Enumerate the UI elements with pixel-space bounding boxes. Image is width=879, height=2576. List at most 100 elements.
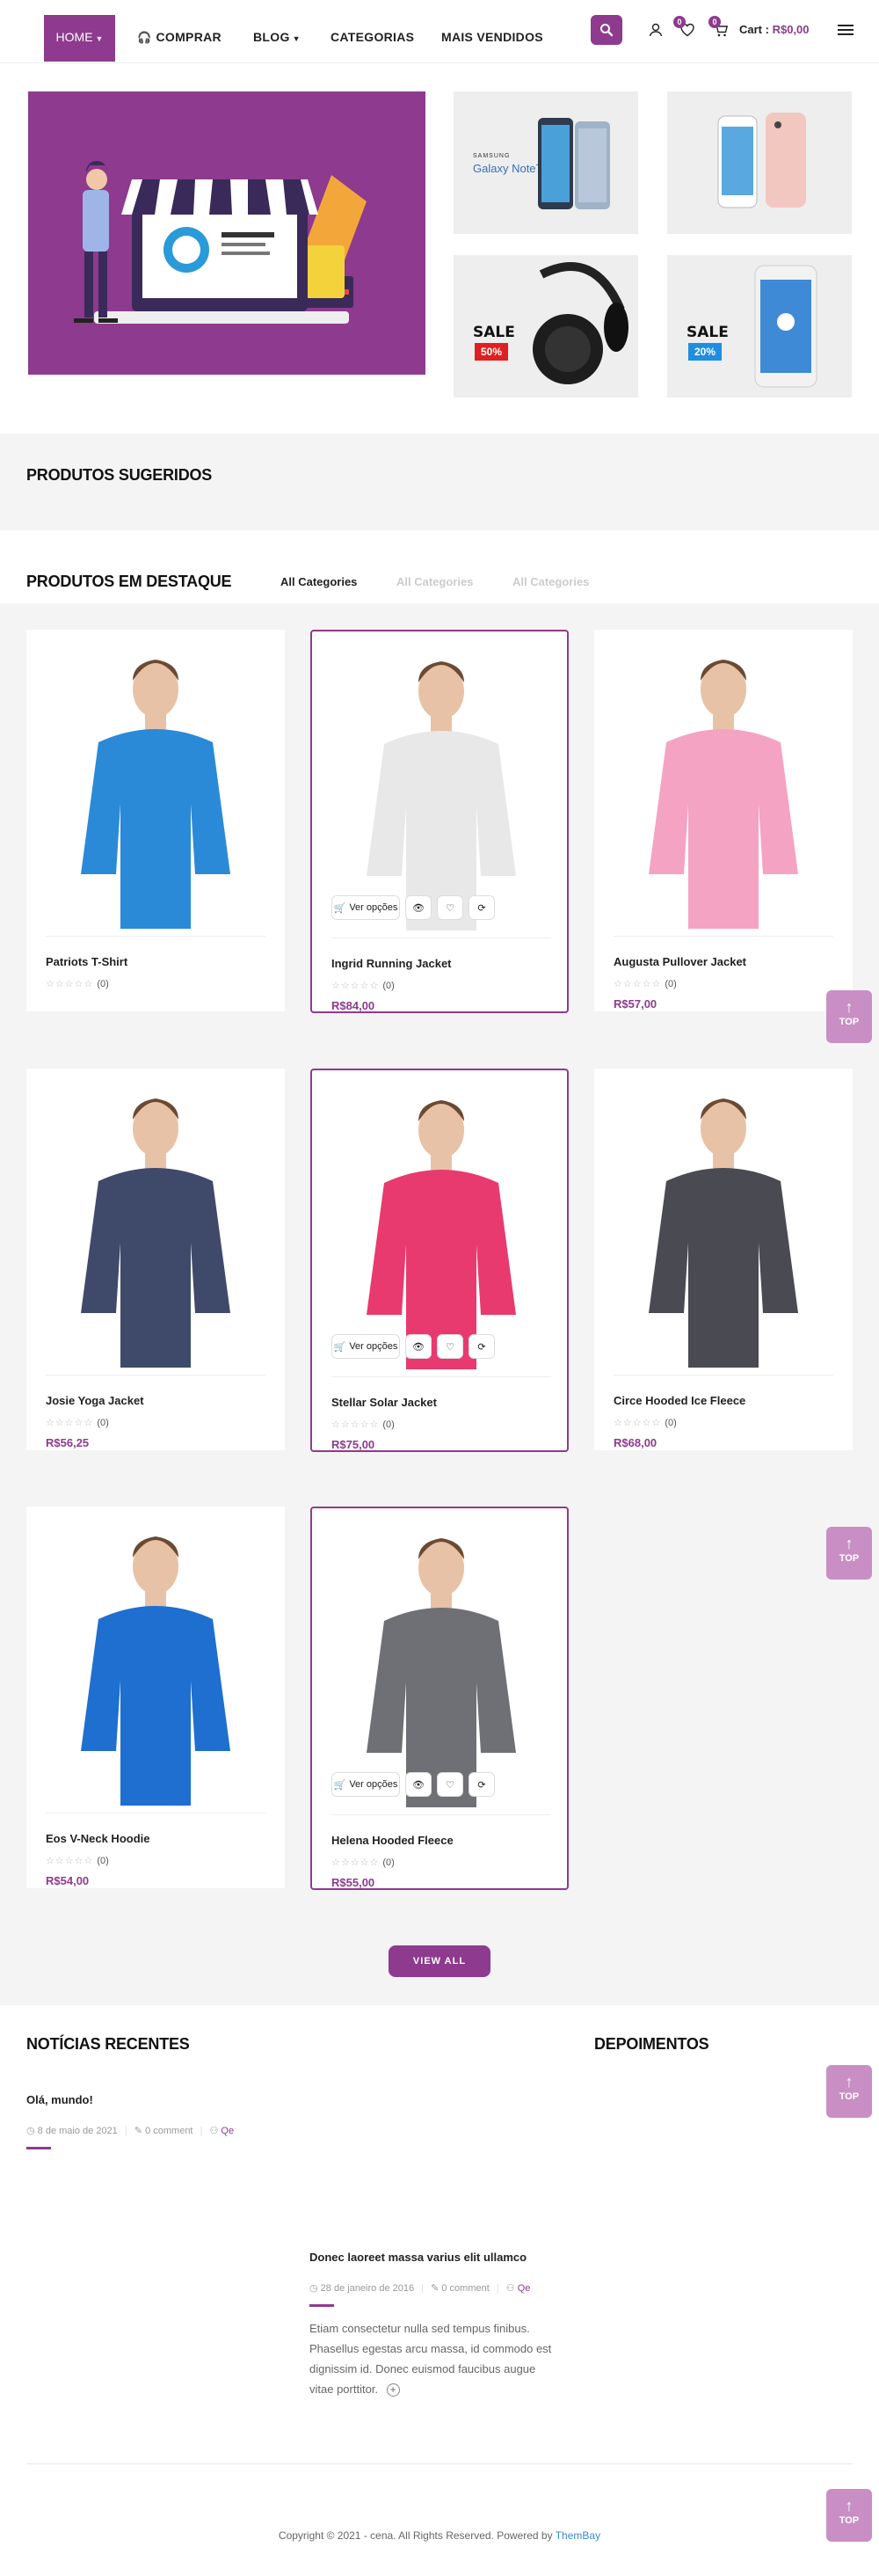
wishlist-add-button[interactable]: ♡	[437, 1334, 463, 1359]
product-image[interactable]	[331, 647, 551, 930]
product-image[interactable]	[614, 1084, 833, 1368]
wishlist-button[interactable]: 0	[673, 16, 698, 40]
product-card[interactable]: Patriots T-Shirt ☆☆☆☆☆ (0)	[26, 630, 285, 1011]
featured-post-title[interactable]: Donec laoreet massa varius elit ullamco	[309, 2251, 527, 2264]
news-post-comments[interactable]: 0 comment	[145, 2126, 193, 2136]
top-label: TOP	[839, 2515, 860, 2526]
product-card[interactable]: Eos V-Neck Hoodie ☆☆☆☆☆ (0) R$54,00	[26, 1507, 285, 1888]
arrow-up-icon: ↑	[845, 2073, 854, 2091]
news-post-underline	[26, 2147, 51, 2149]
product-image[interactable]	[46, 1522, 265, 1806]
compare-button[interactable]: ⟳	[469, 895, 495, 920]
excerpt-line: vitae porttitor.	[309, 2383, 379, 2396]
nav-categorias[interactable]: CATEGORIAS	[331, 16, 414, 62]
product-image[interactable]	[331, 1524, 551, 1807]
product-name[interactable]: Augusta Pullover Jacket	[614, 955, 746, 968]
comment-icon: ✎	[134, 2126, 143, 2136]
product-card[interactable]: 🛒 Ver opções 👁 ♡ ⟳ Stellar Solar Jacket ☆☆☆☆☆ …	[310, 1069, 569, 1452]
product-card[interactable]: Augusta Pullover Jacket ☆☆☆☆☆ (0) R$57,00	[594, 630, 853, 1011]
back-to-top-button[interactable]: ↑ TOP	[826, 990, 872, 1043]
headphones-icon: 🎧	[137, 31, 152, 44]
banner-pixel[interactable]: SALE 20%	[667, 255, 852, 398]
product-name[interactable]: Patriots T-Shirt	[46, 955, 127, 968]
search-button[interactable]	[591, 15, 622, 45]
options-button[interactable]: 🛒 Ver opções	[331, 1334, 400, 1359]
banner-headphones[interactable]: SALE 50%	[454, 255, 638, 398]
excerpt-line: Phasellus egestas arcu massa, id commodo…	[309, 2342, 552, 2355]
clock-icon: ◷	[26, 2126, 35, 2136]
wishlist-add-button[interactable]: ♡	[437, 1772, 463, 1797]
product-card[interactable]: 🛒 Ver opções 👁 ♡ ⟳ Helena Hooded Fleece ☆☆☆☆☆ …	[310, 1507, 569, 1890]
options-button[interactable]: 🛒 Ver opções	[331, 1772, 400, 1797]
review-count: (0)	[665, 1418, 677, 1428]
featured-post-comments[interactable]: 0 comment	[441, 2283, 489, 2294]
banner-galaxy-note[interactable]: SAMSUNG Galaxy Note7	[454, 91, 638, 234]
tab-all-categories-1[interactable]: All Categories	[280, 575, 357, 588]
wishlist-count-badge: 0	[673, 16, 686, 28]
quick-view-button[interactable]: 👁	[405, 895, 432, 920]
product-image[interactable]	[614, 646, 833, 929]
model-photo	[46, 1084, 265, 1368]
tab-all-categories-2[interactable]: All Categories	[396, 575, 473, 588]
product-name[interactable]: Circe Hooded Ice Fleece	[614, 1394, 745, 1407]
arrow-up-icon: ↑	[845, 2497, 854, 2514]
view-all-button[interactable]: VIEW ALL	[389, 1945, 490, 1977]
product-card[interactable]: 🛒 Ver opções 👁 ♡ ⟳ Ingrid Running Jacket ☆☆☆☆☆…	[310, 630, 569, 1013]
copyright-text: Copyright © 2021 - cena. All Rights Rese…	[278, 2529, 553, 2542]
product-name[interactable]: Stellar Solar Jacket	[331, 1396, 437, 1409]
star-icon: ☆☆☆☆☆	[614, 1418, 662, 1428]
footer-copyright: Copyright © 2021 - cena. All Rights Rese…	[0, 2529, 879, 2542]
nav-blog-label: BLOG	[253, 30, 290, 44]
wishlist-add-button[interactable]: ♡	[437, 895, 463, 920]
account-button[interactable]	[645, 19, 666, 40]
star-icon: ☆☆☆☆☆	[46, 1856, 94, 1866]
product-name[interactable]: Helena Hooded Fleece	[331, 1834, 454, 1847]
nav-blog[interactable]: BLOG ▼	[253, 16, 301, 62]
review-count: (0)	[382, 1419, 395, 1430]
product-card[interactable]: Circe Hooded Ice Fleece ☆☆☆☆☆ (0) R$68,00	[594, 1069, 853, 1450]
model-photo	[331, 1086, 551, 1369]
product-name[interactable]: Ingrid Running Jacket	[331, 957, 452, 970]
powered-by-link[interactable]: ThemBay	[556, 2529, 600, 2542]
back-to-top-button[interactable]: ↑ TOP	[826, 1527, 872, 1580]
cart-button[interactable]: 0	[708, 16, 731, 40]
compare-button[interactable]: ⟳	[469, 1772, 495, 1797]
hero-banner[interactable]	[28, 91, 425, 375]
menu-button[interactable]	[835, 19, 856, 40]
quick-view-button[interactable]: 👁	[405, 1334, 432, 1359]
options-button[interactable]: 🛒 Ver opções	[331, 895, 400, 920]
eye-icon: 👁	[412, 1779, 425, 1791]
heart-icon: ♡	[446, 1341, 454, 1353]
cart-icon: 🛒	[333, 1779, 346, 1791]
news-post-author[interactable]: Qe	[221, 2126, 234, 2136]
product-name[interactable]: Eos V-Neck Hoodie	[46, 1832, 149, 1845]
product-price: R$75,00	[331, 1438, 375, 1451]
eye-icon: 👁	[412, 902, 425, 914]
quick-view-button[interactable]: 👁	[405, 1772, 432, 1797]
star-icon: ☆☆☆☆☆	[46, 1418, 94, 1428]
featured-post-author[interactable]: Qe	[518, 2283, 531, 2294]
excerpt-line: dignissim id. Donec euismod faucibus aug…	[309, 2362, 536, 2375]
review-count: (0)	[97, 1418, 109, 1428]
user-icon: ⚇	[505, 2283, 515, 2294]
product-image[interactable]	[46, 646, 265, 929]
product-name[interactable]: Josie Yoga Jacket	[46, 1394, 144, 1407]
product-card[interactable]: Josie Yoga Jacket ☆☆☆☆☆ (0) R$56,25	[26, 1069, 285, 1450]
back-to-top-button[interactable]: ↑ TOP	[826, 2065, 872, 2118]
tab-all-categories-3[interactable]: All Categories	[512, 575, 589, 588]
star-icon: ☆☆☆☆☆	[46, 979, 94, 989]
product-image[interactable]	[46, 1084, 265, 1368]
nav-categorias-label: CATEGORIAS	[331, 30, 415, 44]
banner-iphone[interactable]	[667, 91, 852, 234]
nav-mais-vendidos[interactable]: MAIS VENDIDOS	[441, 16, 543, 62]
news-post-title[interactable]: Olá, mundo!	[26, 2093, 93, 2106]
read-more-icon[interactable]: +	[386, 2383, 400, 2397]
compare-button[interactable]: ⟳	[469, 1334, 495, 1359]
star-icon: ☆☆☆☆☆	[614, 979, 662, 989]
nav-comprar[interactable]: 🎧 COMPRAR	[137, 16, 222, 62]
cart-total[interactable]: Cart : R$0,00	[739, 23, 810, 36]
nav-home[interactable]: HOME ▼	[44, 15, 115, 62]
product-image[interactable]	[331, 1086, 551, 1369]
model-photo	[331, 1524, 551, 1807]
review-count: (0)	[382, 981, 395, 991]
